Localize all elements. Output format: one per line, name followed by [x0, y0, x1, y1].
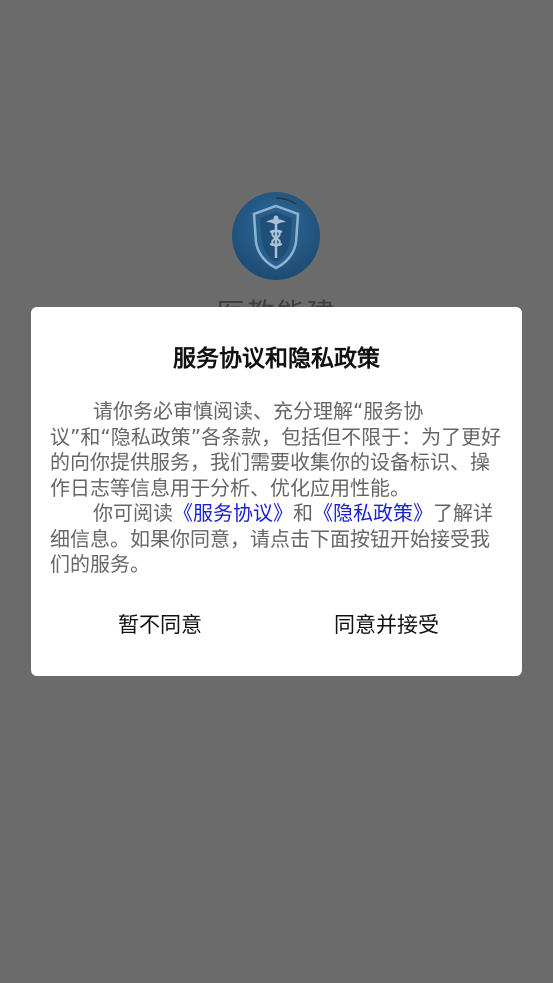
paragraph-2-prefix: 你可阅读 [93, 501, 173, 525]
screen: 医教能建 服务协议和隐私政策 请你务必审慎阅读、充分理解“服务协议”和“隐私政策… [0, 0, 553, 983]
paragraph-2-and: 和 [293, 501, 313, 525]
dialog-paragraph-2: 你可阅读《服务协议》和《隐私政策》了解详细信息。如果你同意，请点击下面按钮开始接… [50, 501, 502, 578]
shield-caduceus-icon [232, 192, 320, 280]
privacy-dialog: 服务协议和隐私政策 请你务必审慎阅读、充分理解“服务协议”和“隐私政策”各条款，… [31, 307, 522, 676]
dialog-paragraph-1: 请你务必审慎阅读、充分理解“服务协议”和“隐私政策”各条款，包括但不限于：为了更… [50, 399, 502, 500]
accept-button[interactable]: 同意并接受 [334, 607, 439, 643]
privacy-policy-link[interactable]: 《隐私政策》 [313, 501, 433, 525]
dialog-title: 服务协议和隐私政策 [173, 346, 380, 372]
dialog-button-row: 暂不同意 同意并接受 [31, 607, 522, 643]
app-logo-icon [232, 192, 320, 280]
service-agreement-link[interactable]: 《服务协议》 [173, 501, 293, 525]
decline-button[interactable]: 暂不同意 [118, 607, 202, 643]
dialog-body: 请你务必审慎阅读、充分理解“服务协议”和“隐私政策”各条款，包括但不限于：为了更… [50, 399, 502, 578]
